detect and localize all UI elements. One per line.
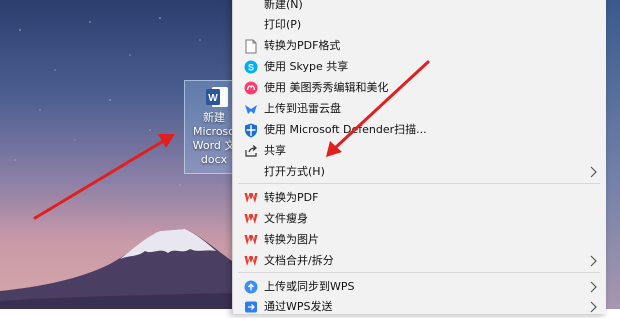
menu-item-label: 使用 Skype 共享 <box>264 60 349 73</box>
menu-item-xunlei-upload[interactable]: 上传到迅雷云盘 <box>233 98 606 120</box>
menu-item-share[interactable]: 共享 <box>233 140 606 162</box>
chevron-right-icon <box>590 301 597 313</box>
svg-text:S: S <box>248 63 254 73</box>
menu-item-label: 转换为PDF格式 <box>264 39 341 52</box>
menu-item-print[interactable]: 打印(P) <box>233 14 606 36</box>
svg-text:W: W <box>208 93 218 104</box>
menu-item-label: 转换为PDF <box>264 191 319 204</box>
menu-item-label: 文档合并/拆分 <box>264 254 334 267</box>
chevron-right-icon <box>590 255 597 267</box>
defender-shield-icon <box>243 122 259 138</box>
menu-item-merge-split[interactable]: 文档合并/拆分 <box>233 250 606 272</box>
menu-item-open-with[interactable]: 打开方式(H) <box>233 161 606 183</box>
menu-item-label: 上传到迅雷云盘 <box>264 102 341 115</box>
menu-item-label: 打开方式(H) <box>264 165 325 178</box>
share-icon <box>243 143 259 159</box>
menu-item-wps-send[interactable]: 通过WPS发送 <box>233 296 606 318</box>
chevron-right-icon <box>590 166 597 178</box>
desktop-file-docx[interactable]: W 新建 Microso Word 文 docx <box>184 80 235 174</box>
menu-item-wps-convert-pdf[interactable]: 转换为PDF <box>233 187 606 209</box>
wps-icon <box>243 190 259 206</box>
menu-item-convert-pdf-format[interactable]: 转换为PDF格式 <box>233 35 606 57</box>
wps-icon <box>243 211 259 227</box>
menu-item-skype-share[interactable]: S 使用 Skype 共享 <box>233 56 606 78</box>
menu-item-label: 共享 <box>264 144 286 157</box>
wallpaper-right-edge <box>605 0 620 309</box>
menu-separator <box>238 272 600 273</box>
menu-item-label: 打印(P) <box>264 18 302 31</box>
chevron-right-icon <box>590 281 597 293</box>
menu-item-meitu-edit[interactable]: 使用 美图秀秀编辑和美化 <box>233 77 606 99</box>
menu-item-label: 上传或同步到WPS <box>264 280 355 293</box>
document-icon <box>243 38 259 54</box>
menu-separator <box>238 183 600 184</box>
wps-icon <box>243 253 259 269</box>
menu-item-convert-image[interactable]: 转换为图片 <box>233 229 606 251</box>
menu-item-label: 使用 Microsoft Defender扫描... <box>264 123 427 136</box>
wps-icon <box>243 232 259 248</box>
menu-item-wps-sync[interactable]: 上传或同步到WPS <box>233 276 606 298</box>
skype-icon: S <box>243 59 259 75</box>
context-menu: 新建(N) 打印(P) 转换为PDF格式 S 使用 Skype 共享 使用 美图… <box>232 0 606 314</box>
meitu-icon <box>243 80 259 96</box>
menu-item-label: 文件瘦身 <box>264 212 308 225</box>
wps-send-icon <box>243 299 259 315</box>
menu-item-label: 新建(N) <box>264 0 303 11</box>
menu-item-label: 转换为图片 <box>264 233 319 246</box>
xunlei-icon <box>243 101 259 117</box>
menu-item-file-slim[interactable]: 文件瘦身 <box>233 208 606 230</box>
menu-item-defender-scan[interactable]: 使用 Microsoft Defender扫描... <box>233 119 606 141</box>
menu-item-label: 通过WPS发送 <box>264 300 333 313</box>
wps-cloud-icon <box>243 279 259 295</box>
menu-item-label: 使用 美图秀秀编辑和美化 <box>264 81 389 94</box>
word-document-icon: W <box>206 87 228 107</box>
